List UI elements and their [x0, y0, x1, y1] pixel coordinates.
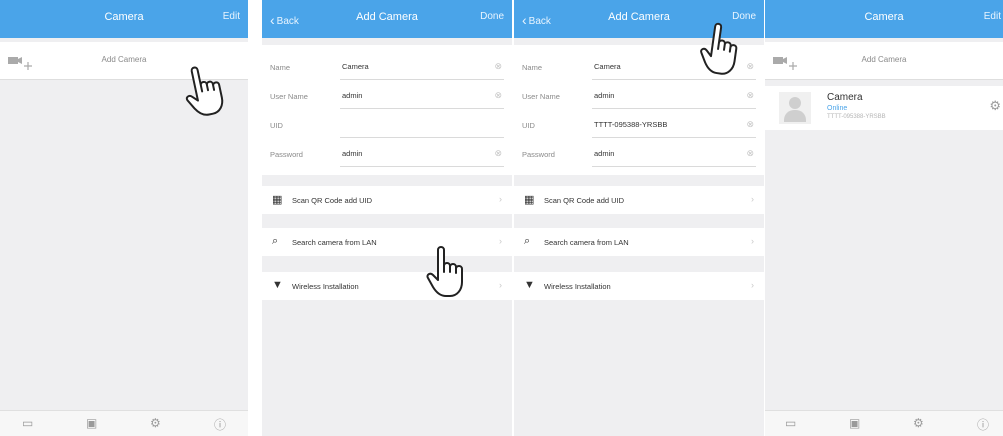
navbar: Camera Edit	[765, 0, 1003, 38]
page-title: Add Camera	[356, 11, 418, 23]
page-title: Camera	[104, 11, 144, 23]
tutorial-strip: Camera Edit Add Camera ▭ ▣ ⚙ ⓘ ‹ Back Add…	[0, 0, 1003, 436]
field-label: Name	[270, 63, 291, 72]
edit-button[interactable]: Edit	[984, 11, 1001, 22]
clear-circle-icon[interactable]: ⊗	[746, 148, 754, 159]
option-label: Scan QR Code add UID	[292, 196, 373, 205]
field-label: User Name	[522, 92, 560, 101]
add-camera-label: Add Camera	[861, 55, 907, 64]
field-label: Password	[522, 150, 555, 159]
option-label: Scan QR Code add UID	[544, 196, 625, 205]
screen-add-camera: ‹ Back Add Camera Done Name Camera ⊗ User…	[262, 0, 512, 436]
username-field[interactable]: User Name admin ⊗	[262, 80, 512, 112]
tab-bar: ▭ ▣ ⚙ ⓘ	[765, 410, 1003, 436]
avatar-body	[784, 110, 806, 122]
tab-bar: ▭ ▣ ⚙ ⓘ	[0, 410, 248, 436]
field-value[interactable]: Camera	[594, 62, 621, 71]
chevron-right-icon: ›	[499, 280, 502, 290]
clear-circle-icon[interactable]: ⊗	[494, 90, 502, 101]
search-lan-option[interactable]: ⌕ Search camera from LAN ›	[514, 228, 764, 256]
field-label: UID	[522, 121, 535, 130]
field-value[interactable]: admin	[342, 91, 362, 100]
clear-circle-icon[interactable]: ⊗	[494, 61, 502, 72]
camera-form: Name Camera ⊗ User Name admin ⊗ UID Pass…	[262, 45, 512, 175]
qr-code-icon: ▦	[524, 194, 535, 206]
navbar: Camera Edit	[0, 0, 248, 38]
underline	[340, 166, 504, 167]
uid-field[interactable]: UID TTTT-095388-YRSBB ⊗	[514, 109, 764, 141]
device-status: Online	[827, 105, 848, 112]
clear-circle-icon[interactable]: ⊗	[746, 119, 754, 130]
done-button[interactable]: Done	[480, 11, 504, 22]
scan-qr-option[interactable]: ▦ Scan QR Code add UID ›	[262, 186, 512, 214]
search-icon: ⌕	[272, 235, 279, 247]
settings-icon[interactable]: ⚙	[913, 416, 924, 430]
uid-field[interactable]: UID	[262, 109, 512, 141]
field-label: Name	[522, 63, 543, 72]
wireless-install-option[interactable]: ▼ Wireless Installation ›	[514, 272, 764, 300]
camera-thumbnail	[779, 92, 811, 124]
chevron-right-icon: ›	[751, 280, 754, 290]
chevron-right-icon: ›	[499, 194, 502, 204]
field-label: User Name	[270, 92, 308, 101]
screen-camera-list: Camera Edit Add Camera Camera Online TTT…	[765, 0, 1003, 436]
password-field[interactable]: Password admin ⊗	[262, 138, 512, 170]
pointing-hand-icon	[426, 246, 463, 297]
name-field[interactable]: Name Camera ⊗	[262, 51, 512, 83]
video-icon[interactable]: ▭	[22, 416, 33, 430]
screen-camera-list-empty: Camera Edit Add Camera ▭ ▣ ⚙ ⓘ	[0, 0, 248, 436]
wifi-icon: ▼	[524, 279, 535, 291]
add-camera-row[interactable]: Add Camera	[765, 42, 1003, 80]
device-uid: TTTT-095388-YRSBB	[827, 114, 886, 120]
field-label: Password	[270, 150, 303, 159]
gear-icon[interactable]: ⚙	[989, 98, 1001, 114]
device-row[interactable]: Camera Online TTTT-095388-YRSBB ⚙	[765, 86, 1003, 130]
field-label: UID	[270, 121, 283, 130]
underline	[592, 166, 756, 167]
chevron-right-icon: ›	[499, 236, 502, 246]
screen-add-camera-filled: ‹ Back Add Camera Done Name Camera ⊗ User…	[514, 0, 764, 436]
wifi-icon: ▼	[272, 279, 283, 291]
option-label: Search camera from LAN	[292, 238, 377, 247]
field-value[interactable]: admin	[594, 149, 614, 158]
page-title: Camera	[864, 11, 904, 23]
image-icon[interactable]: ▣	[86, 416, 97, 430]
option-label: Search camera from LAN	[544, 238, 629, 247]
device-name: Camera	[827, 92, 863, 103]
qr-code-icon: ▦	[272, 194, 283, 206]
chevron-right-icon: ›	[751, 194, 754, 204]
edit-button[interactable]: Edit	[223, 11, 240, 22]
info-icon[interactable]: ⓘ	[977, 416, 989, 433]
image-icon[interactable]: ▣	[849, 416, 860, 430]
settings-icon[interactable]: ⚙	[150, 416, 161, 430]
username-field[interactable]: User Name admin ⊗	[514, 80, 764, 112]
chevron-right-icon: ›	[751, 236, 754, 246]
video-icon[interactable]: ▭	[785, 416, 796, 430]
field-value[interactable]: Camera	[342, 62, 369, 71]
field-value[interactable]: TTTT-095388-YRSBB	[594, 120, 667, 129]
password-field[interactable]: Password admin ⊗	[514, 138, 764, 170]
field-value[interactable]: admin	[342, 149, 362, 158]
option-label: Wireless Installation	[292, 282, 359, 291]
field-value[interactable]: admin	[594, 91, 614, 100]
avatar-head	[789, 97, 801, 109]
option-label: Wireless Installation	[544, 282, 611, 291]
search-icon: ⌕	[524, 235, 531, 247]
navbar: ‹ Back Add Camera Done	[262, 0, 512, 38]
scan-qr-option[interactable]: ▦ Scan QR Code add UID ›	[514, 186, 764, 214]
clear-circle-icon[interactable]: ⊗	[494, 148, 502, 159]
info-icon[interactable]: ⓘ	[214, 416, 226, 433]
pointing-hand-icon	[700, 22, 738, 75]
clear-circle-icon[interactable]: ⊗	[746, 90, 754, 101]
